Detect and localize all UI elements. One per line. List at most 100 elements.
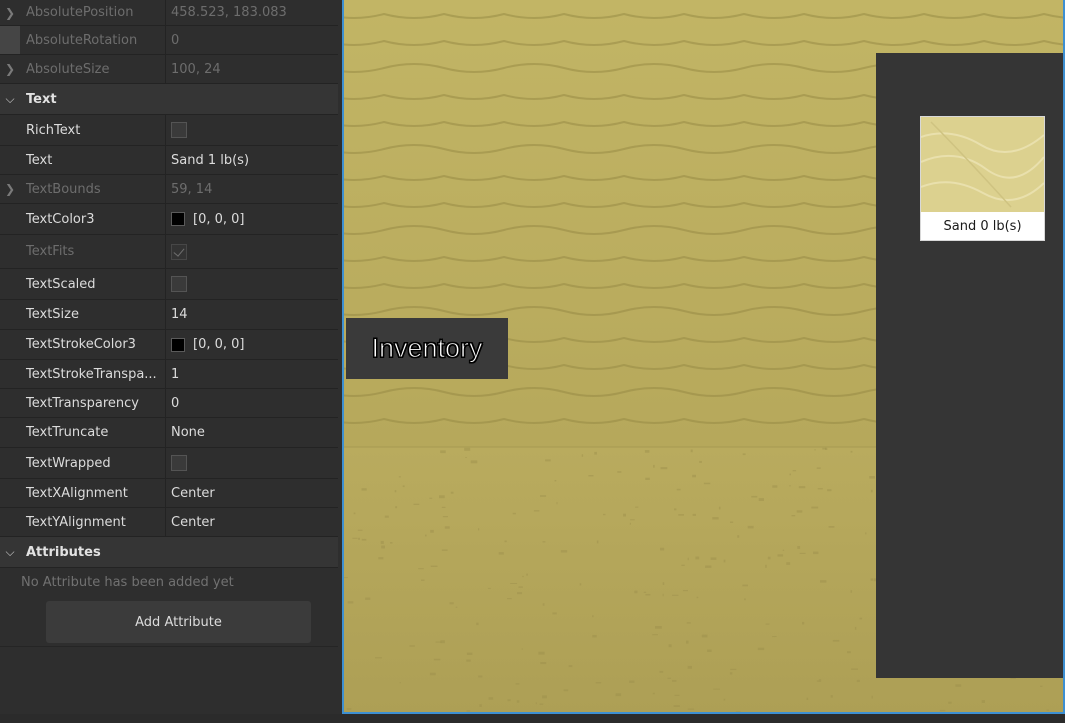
- floor-speck: [588, 475, 594, 477]
- property-value[interactable]: [0, 0, 0]: [171, 330, 338, 359]
- chevron-right-icon[interactable]: ❯: [3, 175, 17, 203]
- property-row-texttransparency[interactable]: TextTransparency 0: [0, 389, 338, 418]
- property-row-textsize[interactable]: TextSize 14: [0, 300, 338, 330]
- game-viewport[interactable]: Inventory Sand 0 lb(s): [342, 0, 1065, 714]
- floor-speck: [402, 485, 405, 488]
- floor-speck: [425, 534, 427, 537]
- inventory-slot[interactable]: Sand 0 lb(s): [920, 116, 1045, 241]
- floor-speck: [629, 680, 635, 683]
- floor-speck: [603, 513, 606, 516]
- floor-speck: [439, 495, 445, 499]
- textwrapped-checkbox[interactable]: [171, 455, 187, 471]
- property-row-textxalignment[interactable]: TextXAlignment Center: [0, 479, 338, 508]
- texttransparency-value-field[interactable]: 0: [171, 389, 338, 417]
- section-header-text[interactable]: ⌵ Text: [0, 84, 338, 115]
- floor-speck: [629, 522, 631, 525]
- floor-speck: [470, 460, 478, 464]
- floor-speck: [440, 450, 446, 454]
- property-row-richtext[interactable]: RichText: [0, 115, 338, 146]
- floor-speck: [856, 679, 860, 683]
- column-divider: [165, 448, 166, 478]
- floor-speck: [394, 490, 397, 493]
- floor-speck: [653, 464, 655, 468]
- property-row-absoluterotation[interactable]: AbsoluteRotation 0: [0, 26, 338, 55]
- property-row-absolutesize[interactable]: ❯ AbsoluteSize 100, 24: [0, 55, 338, 84]
- floor-speck: [730, 668, 737, 671]
- richtext-checkbox[interactable]: [171, 122, 187, 138]
- property-value: 458.523, 183.083: [171, 5, 287, 20]
- floor-speck: [652, 634, 658, 636]
- textsize-value-field[interactable]: 14: [171, 300, 338, 329]
- floor-speck: [504, 540, 507, 543]
- section-header-attributes[interactable]: ⌵ Attributes: [0, 537, 338, 568]
- floor-speck: [535, 702, 537, 705]
- property-name: Text: [26, 152, 53, 168]
- floor-speck: [444, 526, 450, 529]
- inventory-button[interactable]: Inventory: [346, 318, 508, 379]
- floor-speck: [430, 565, 438, 567]
- floor-speck: [516, 700, 520, 703]
- floor-speck: [645, 477, 650, 480]
- floor-speck: [449, 602, 454, 605]
- floor-speck: [816, 467, 821, 469]
- floor-speck: [352, 537, 358, 539]
- floor-speck: [859, 617, 863, 620]
- property-name: AbsoluteRotation: [26, 32, 138, 48]
- property-row-textcolor3[interactable]: TextColor3 [0, 0, 0]: [0, 204, 338, 235]
- property-row-absoluteposition[interactable]: ❯ AbsolutePosition 458.523, 183.083: [0, 0, 338, 26]
- chevron-down-icon[interactable]: ⌵: [3, 84, 17, 114]
- property-row-textbounds[interactable]: ❯ TextBounds 59, 14: [0, 175, 338, 204]
- floor-speck: [635, 506, 639, 508]
- property-row-texttruncate[interactable]: TextTruncate None: [0, 418, 338, 448]
- property-row-textscaled[interactable]: TextScaled: [0, 269, 338, 300]
- chevron-right-icon[interactable]: ❯: [3, 0, 17, 25]
- floor-speck: [782, 549, 785, 551]
- property-row-textfits[interactable]: TextFits: [0, 235, 338, 269]
- floor-speck: [699, 460, 702, 463]
- color-swatch[interactable]: [171, 212, 185, 226]
- floor-speck: [870, 578, 873, 581]
- property-row-textstroketransparency[interactable]: TextStrokeTranspa... 1: [0, 360, 338, 389]
- textstroketransparency-value-field[interactable]: 1: [171, 360, 338, 388]
- color-swatch[interactable]: [171, 337, 185, 352]
- floor-speck: [429, 497, 433, 499]
- section-title: Attributes: [26, 544, 101, 560]
- floor-speck: [542, 541, 546, 543]
- property-row-text[interactable]: Text Sand 1 lb(s): [0, 146, 338, 175]
- chevron-down-icon[interactable]: ⌵: [3, 537, 17, 567]
- floor-speck: [690, 449, 693, 453]
- divider: [0, 646, 338, 647]
- text-value-field[interactable]: Sand 1 lb(s): [171, 146, 338, 174]
- texttruncate-dropdown[interactable]: None: [171, 418, 338, 447]
- floor-speck: [747, 525, 754, 529]
- property-value[interactable]: [0, 0, 0]: [171, 204, 338, 234]
- property-row-textyalignment[interactable]: TextYAlignment Center: [0, 508, 338, 537]
- add-attribute-button[interactable]: Add Attribute: [46, 601, 311, 643]
- floor-speck: [418, 568, 424, 570]
- floor-speck: [674, 694, 680, 696]
- property-row-textstrokecolor3[interactable]: TextStrokeColor3 [0, 0, 0]: [0, 330, 338, 360]
- row-gutter: [0, 26, 20, 54]
- textyalignment-dropdown[interactable]: Center: [171, 508, 338, 536]
- floor-speck: [1046, 709, 1050, 711]
- floor-speck: [673, 705, 680, 707]
- chevron-right-icon[interactable]: ❯: [3, 55, 17, 83]
- floor-speck: [455, 606, 458, 608]
- floor-speck: [476, 622, 479, 626]
- floor-speck: [440, 640, 445, 644]
- floor-speck: [851, 668, 858, 670]
- property-row-textwrapped[interactable]: TextWrapped: [0, 448, 338, 479]
- property-name: TextFits: [26, 244, 75, 259]
- floor-speck: [662, 582, 665, 585]
- textscaled-checkbox[interactable]: [171, 276, 187, 292]
- textxalignment-dropdown[interactable]: Center: [171, 479, 338, 507]
- floor-speck: [813, 551, 819, 555]
- floor-speck: [347, 601, 354, 604]
- column-divider: [165, 55, 166, 83]
- floor-speck: [487, 587, 491, 589]
- property-name: TextBounds: [26, 181, 101, 197]
- floor-speck: [518, 586, 523, 588]
- floor-speck: [682, 590, 688, 592]
- floor-speck: [955, 684, 962, 687]
- floor-speck: [563, 689, 569, 692]
